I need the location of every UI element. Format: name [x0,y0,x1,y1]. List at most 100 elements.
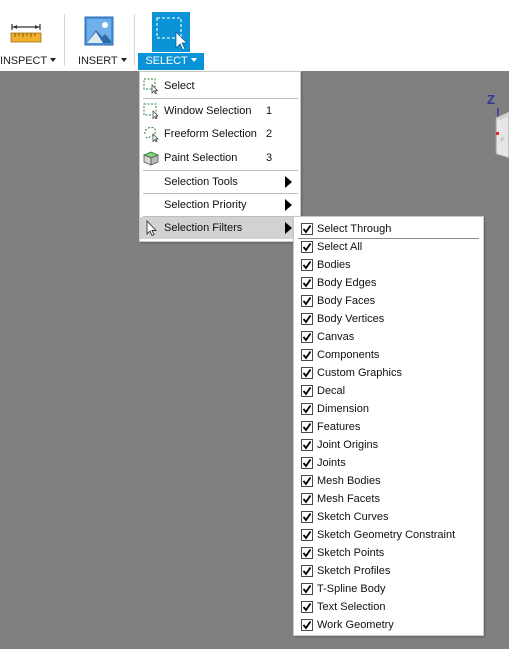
filter-label: Sketch Geometry Constraint [317,529,456,541]
menu-item-selection-tools[interactable]: Selection Tools [140,171,300,193]
checkbox[interactable] [301,511,313,523]
checkmark-icon [302,260,312,270]
checkbox[interactable] [301,457,313,469]
checkmark-icon [302,422,312,432]
menu-item-selection-filters[interactable]: Selection Filters [140,217,300,239]
filter-item[interactable]: Sketch Curves [294,508,483,526]
checkmark-icon [302,440,312,450]
filter-label: Sketch Points [317,547,385,559]
filter-item[interactable]: Dimension [294,400,483,418]
checkmark-icon [302,620,312,630]
filter-item[interactable]: Text Selection [294,598,483,616]
viewcube[interactable]: Z F [486,92,509,162]
checkbox[interactable] [301,493,313,505]
select-tool-group[interactable]: SELECT [138,0,204,71]
checkmark-icon [302,584,312,594]
filter-label: Joint Origins [317,439,379,451]
submenu-arrow-icon [285,176,292,188]
checkbox[interactable] [301,601,313,613]
insert-label: INSERT [78,55,127,67]
menu-item-paint-selection[interactable]: Paint Selection 3 [140,147,300,169]
checkbox[interactable] [301,367,313,379]
filter-item[interactable]: Mesh Bodies [294,472,483,490]
filter-item[interactable]: Joints [294,454,483,472]
checkbox[interactable] [301,475,313,487]
filter-item[interactable]: Joint Origins [294,436,483,454]
checkmark-icon [302,458,312,468]
image-icon [84,16,114,46]
filter-item[interactable]: Features [294,418,483,436]
select-icon-tile [152,12,190,52]
filter-item[interactable]: Select All [294,238,483,256]
filter-item[interactable]: Work Geometry [294,616,483,634]
checkbox[interactable] [301,565,313,577]
filter-item[interactable]: Sketch Points [294,544,483,562]
checkbox[interactable] [301,439,313,451]
menu-item-label: Selection Filters [164,222,243,234]
filter-item[interactable]: Decal [294,382,483,400]
shortcut-key: 3 [266,152,273,164]
checkbox[interactable] [301,259,313,271]
filter-item[interactable]: Bodies [294,256,483,274]
menu-item-selection-priority[interactable]: Selection Priority [140,194,300,216]
filter-item[interactable]: Sketch Geometry Constraint [294,526,483,544]
checkbox[interactable] [301,331,313,343]
toolbar-divider [64,14,65,66]
checkbox[interactable] [301,223,313,235]
filter-label: Joints [317,457,346,469]
menu-divider [143,98,298,99]
checkbox[interactable] [301,385,313,397]
menu-item-select[interactable]: Select [140,75,300,97]
checkmark-icon [302,386,312,396]
checkmark-icon [302,368,312,378]
checkmark-icon [302,494,312,504]
filter-item[interactable]: Mesh Facets [294,490,483,508]
filter-select-through[interactable]: Select Through [294,220,483,238]
filter-item[interactable]: Custom Graphics [294,364,483,382]
checkbox[interactable] [301,421,313,433]
checkbox[interactable] [301,349,313,361]
toolbar-divider [134,14,135,66]
insert-tool-group[interactable]: INSERT [70,0,130,71]
selection-cursor-icon [156,17,188,49]
checkbox[interactable] [301,241,313,253]
filter-label: Select All [317,241,363,253]
checkbox[interactable] [301,403,313,415]
checkbox[interactable] [301,547,313,559]
filter-item[interactable]: Canvas [294,328,483,346]
checkmark-icon [302,350,312,360]
submenu-arrow-icon [285,222,292,234]
filter-label: Text Selection [317,601,386,613]
filter-label: Custom Graphics [317,367,402,379]
chevron-down-icon [190,58,197,62]
checkbox[interactable] [301,295,313,307]
menu-item-label: Selection Priority [164,199,247,211]
filter-item[interactable]: T-Spline Body [294,580,483,598]
checkmark-icon [302,224,312,234]
selection-filters-submenu: Select Through Select All Bodies Body Edge… [293,216,484,636]
checkbox[interactable] [301,619,313,631]
filter-item[interactable]: Body Edges [294,274,483,292]
filter-item[interactable]: Components [294,346,483,364]
checkmark-icon [302,512,312,522]
freeform-selection-icon [144,126,159,142]
window-selection-icon [143,103,159,119]
menu-item-freeform-selection[interactable]: Freeform Selection 2 [140,123,300,145]
filter-item[interactable]: Body Faces [294,292,483,310]
checkbox[interactable] [301,313,313,325]
checkbox[interactable] [301,529,313,541]
filter-label: Body Edges [317,277,377,289]
menu-item-label: Select [164,80,195,92]
svg-text:F: F [501,138,505,144]
checkbox[interactable] [301,583,313,595]
filter-label: Bodies [317,259,351,271]
toolbar: INSPECT INSERT SELECT [0,0,509,71]
filter-item[interactable]: Body Vertices [294,310,483,328]
filter-item[interactable]: Sketch Profiles [294,562,483,580]
checkmark-icon [302,242,312,252]
checkmark-icon [302,602,312,612]
checkbox[interactable] [301,277,313,289]
checkmark-icon [302,296,312,306]
inspect-tool-group[interactable]: INSPECT [0,0,60,71]
menu-item-window-selection[interactable]: Window Selection 1 [140,100,300,122]
